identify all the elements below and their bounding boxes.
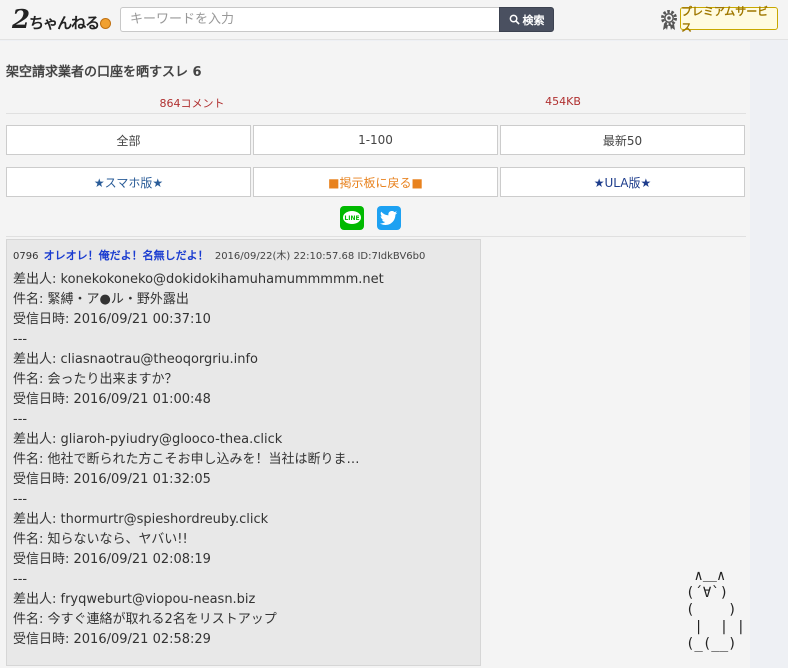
comment-count: 864コメント bbox=[159, 97, 225, 110]
line-share-icon[interactable]: LINE bbox=[340, 206, 364, 230]
divider bbox=[6, 113, 746, 114]
twitter-share-icon[interactable] bbox=[377, 206, 401, 230]
main-content: 架空請求業者の口座を晒すスレ 6 864コメント 454KB 全部 1-100 … bbox=[0, 41, 750, 668]
post-line: 差出人: gliaroh-pyiudry@glooco-thea.click bbox=[13, 432, 283, 447]
search-icon bbox=[509, 14, 520, 25]
post-line: 差出人: thormurtr@spieshordreuby.click bbox=[13, 512, 269, 527]
latest-50-button[interactable]: 最新50 bbox=[500, 125, 745, 155]
thread-title: 架空請求業者の口座を晒すスレ 6 bbox=[6, 65, 202, 80]
post-line: 件名: 今すぐ連絡が取れる2名をリストアップ bbox=[13, 612, 277, 627]
post-line: --- bbox=[13, 412, 28, 427]
site-logo[interactable]: 2ちゃんねる bbox=[12, 5, 112, 35]
range-1-100-button[interactable]: 1-100 bbox=[253, 125, 498, 155]
logo-orb-icon bbox=[100, 18, 112, 29]
post-header: 0796 オレオレ！俺だよ！名無しだよ！ 2016/09/22(木) 22:10… bbox=[13, 247, 425, 263]
post-line: --- bbox=[13, 572, 28, 587]
svg-text:LINE: LINE bbox=[344, 215, 359, 222]
thread-size: 454KB bbox=[545, 95, 581, 108]
post-line: 差出人: konekokoneko@dokidokihamuhamummmmm.… bbox=[13, 272, 384, 287]
post-datetime-id: 2016/09/22(木) 22:10:57.68 ID:7IdkBV6b0 bbox=[214, 251, 426, 262]
logo-text: ちゃんねる bbox=[29, 14, 100, 32]
search-button[interactable]: 検索 bbox=[499, 7, 554, 32]
top-header: 2ちゃんねる 検索 プレミアムサービス bbox=[0, 0, 788, 40]
back-to-board-link[interactable]: ■掲示板に戻る■ bbox=[253, 167, 498, 197]
post-author-name: オレオレ！俺だよ！名無しだよ！ bbox=[43, 249, 209, 262]
logo-number: 2 bbox=[12, 5, 30, 35]
gear-icon[interactable] bbox=[659, 9, 679, 31]
post-line: 差出人: cliasnaotrau@theoqorgriu.info bbox=[13, 352, 259, 367]
post-line: 受信日時: 2016/09/21 01:00:48 bbox=[13, 392, 211, 407]
post-line: 件名: 会ったり出来ますか？ bbox=[13, 372, 178, 387]
post-line: 差出人: fryqweburt@viopou-neasn.biz bbox=[13, 592, 256, 607]
ascii-art-mascot: ∧＿∧ (´∀`) ( ) | | | (_(__) bbox=[686, 568, 746, 652]
post-line: --- bbox=[13, 492, 28, 507]
post-line: --- bbox=[13, 332, 28, 347]
premium-service-button[interactable]: プレミアムサービス bbox=[680, 5, 778, 34]
post-line: 受信日時: 2016/09/21 01:32:05 bbox=[13, 472, 211, 487]
post-line: 受信日時: 2016/09/21 02:58:29 bbox=[13, 632, 211, 647]
search-input[interactable] bbox=[120, 7, 500, 32]
post-line: 件名: 緊縛・ア●ル・野外露出 bbox=[13, 292, 189, 307]
post-number[interactable]: 0796 bbox=[13, 251, 38, 262]
post-line: 受信日時: 2016/09/21 00:37:10 bbox=[13, 312, 211, 327]
ula-version-link[interactable]: ★ULA版★ bbox=[500, 167, 745, 197]
post-body: 差出人: konekokoneko@dokidokihamuhamummmmm.… bbox=[13, 270, 473, 650]
all-posts-button[interactable]: 全部 bbox=[6, 125, 251, 155]
post-line: 件名: 他社で断られた方こそお申し込みを！当社は断りま… bbox=[13, 452, 360, 467]
post-line: 件名: 知らないなら、ヤバい!! bbox=[13, 532, 188, 547]
post-line: 受信日時: 2016/09/21 02:08:19 bbox=[13, 552, 211, 567]
divider bbox=[6, 236, 746, 237]
post: 0796 オレオレ！俺だよ！名無しだよ！ 2016/09/22(木) 22:10… bbox=[6, 239, 481, 666]
search-button-label: 検索 bbox=[522, 13, 545, 27]
smartphone-version-link[interactable]: ★スマホ版★ bbox=[6, 167, 251, 197]
